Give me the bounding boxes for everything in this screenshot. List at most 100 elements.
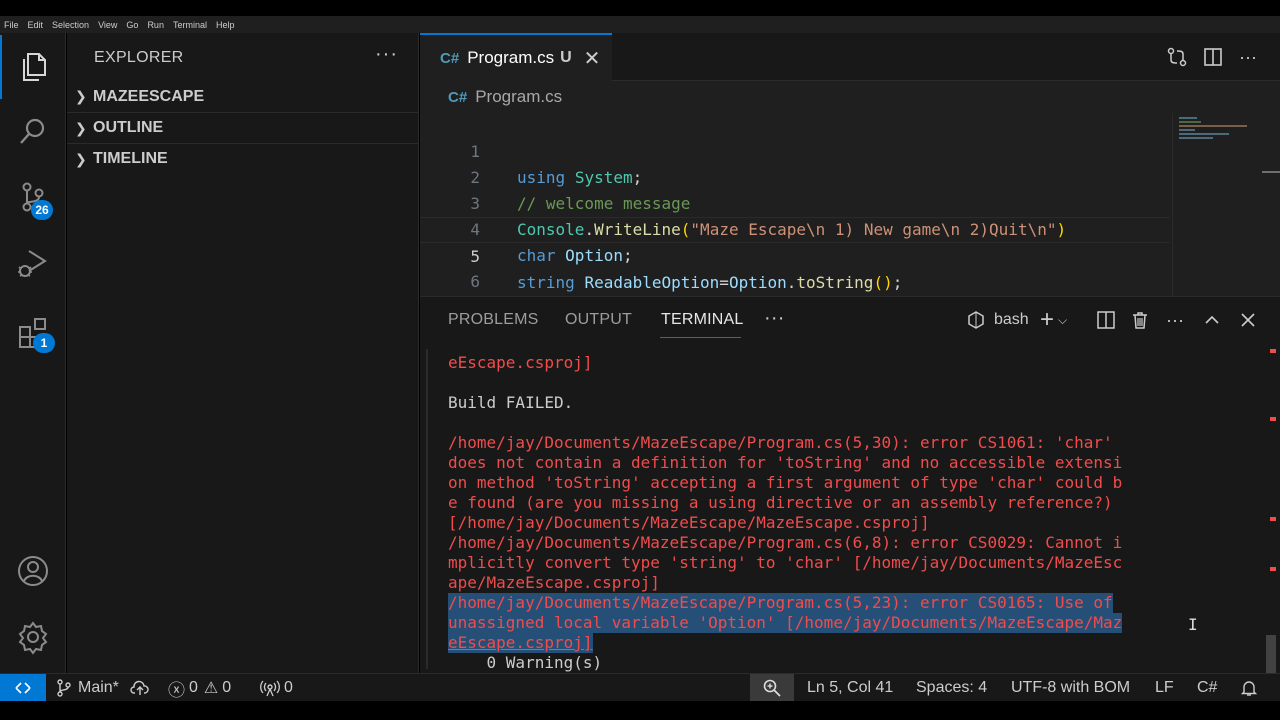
menu-run[interactable]: Run <box>147 20 164 30</box>
shell-name: bash <box>994 311 1029 328</box>
terminal-line: e found (are you missing a using directi… <box>448 493 1113 512</box>
terminal-shell-selector[interactable]: bash <box>966 309 1029 331</box>
error-icon: ⓧ <box>168 680 185 700</box>
chevron-right-icon: ❯ <box>75 150 87 167</box>
editor-more-button[interactable]: ··· <box>1236 45 1260 69</box>
terminal-line: /home/jay/Documents/MazeEscape/Program.c… <box>448 533 1123 552</box>
close-icon[interactable]: ✕ <box>584 46 601 71</box>
problems-status[interactable]: ⓧ 0 ⚠ 0 <box>168 674 231 702</box>
new-terminal-button[interactable]: + ⌵ <box>1040 306 1067 333</box>
terminal-bash-icon <box>968 311 984 329</box>
split-terminal-icon <box>1097 311 1115 329</box>
language-mode[interactable]: C# <box>1197 674 1217 702</box>
account-icon <box>18 556 48 586</box>
terminal-line-selected: eEscape.csproj] <box>448 633 593 653</box>
explorer-activity[interactable] <box>0 35 66 99</box>
code-line[interactable]: 6 Option=Console.ReadLine(); <box>420 243 1170 317</box>
split-terminal-button[interactable] <box>1096 309 1116 331</box>
status-bar: Main* ⓧ 0 ⚠ 0 0 Ln 5, Col 41 Spaces: 4 U… <box>0 673 1280 702</box>
line-number: 6 <box>470 272 480 291</box>
eol-status[interactable]: LF <box>1155 674 1174 702</box>
breadcrumb-file[interactable]: Program.cs <box>475 87 562 107</box>
accounts-activity[interactable] <box>0 539 66 603</box>
menu-bar: File Edit Selection View Go Run Terminal… <box>0 16 1280 33</box>
split-editor-button[interactable] <box>1201 45 1225 69</box>
run-debug-icon <box>18 250 47 277</box>
terminal-line-selected: /home/jay/Documents/MazeEscape/Program.c… <box>448 593 1113 613</box>
open-changes-button[interactable] <box>1165 45 1189 69</box>
more-actions-button[interactable]: ··· <box>375 43 398 66</box>
close-panel-button[interactable] <box>1239 309 1257 331</box>
source-control-activity[interactable]: 26 <box>0 165 66 229</box>
code-line[interactable]: 3 Console.WriteLine("Maze Escape\n 1) Ne… <box>420 165 1170 239</box>
code-editor[interactable]: 1 using System; 2 // welcome message 3 C… <box>420 113 1280 317</box>
code-line[interactable]: 4 char Option; <box>420 191 1170 265</box>
csharp-file-icon: C# <box>448 88 468 106</box>
extensions-activity[interactable]: 1 <box>0 301 66 365</box>
tab-program-cs[interactable]: C# Program.cs U ✕ <box>420 33 612 81</box>
code-line-current[interactable]: 5 string ReadableOption=Option.toString(… <box>420 217 1170 292</box>
csharp-file-icon: C# <box>440 49 460 67</box>
terminal-line: Build FAILED. <box>448 393 574 412</box>
terminal-line: mplicitly convert type 'string' to 'char… <box>448 553 1123 572</box>
code-line[interactable]: 1 using System; <box>420 113 1170 187</box>
ports-status[interactable]: 0 <box>260 674 293 702</box>
chevron-right-icon: ❯ <box>75 88 87 104</box>
tab-output[interactable]: OUTPUT <box>565 311 632 329</box>
remote-indicator[interactable] <box>0 674 46 702</box>
publish-branch-button[interactable] <box>130 674 150 702</box>
remote-icon <box>15 682 31 694</box>
notifications-button[interactable] <box>1240 674 1258 702</box>
section-mazeescape[interactable]: ❯ MAZEESCAPE <box>67 81 419 112</box>
section-timeline[interactable]: ❯ TIMELINE <box>67 143 419 174</box>
kill-terminal-button[interactable] <box>1130 309 1150 331</box>
indentation-status[interactable]: Spaces: 4 <box>916 674 987 702</box>
encoding-status[interactable]: UTF-8 with BOM <box>1011 674 1130 702</box>
terminal-more-button[interactable]: ··· <box>1166 309 1184 331</box>
terminal-line: /home/jay/Documents/MazeEscape/Program.c… <box>448 433 1113 452</box>
compare-changes-icon <box>1167 47 1187 67</box>
zoom-button[interactable] <box>750 674 794 702</box>
terminal-output[interactable]: eEscape.csproj] Build FAILED. /home/jay/… <box>448 349 1248 672</box>
maximize-panel-button[interactable] <box>1203 309 1221 331</box>
close-icon <box>1241 313 1255 327</box>
manage-activity[interactable] <box>0 605 66 669</box>
menu-selection[interactable]: Selection <box>52 20 89 30</box>
minimap[interactable] <box>1172 113 1258 296</box>
explorer-sidebar: EXPLORER ··· ❯ MAZEESCAPE ❯ OUTLINE ❯ TI… <box>67 33 419 673</box>
panel-more-tabs-button[interactable]: ··· <box>764 307 785 330</box>
code-line[interactable]: 2 // welcome message <box>420 139 1170 213</box>
chevron-up-icon <box>1205 315 1219 324</box>
terminal-line: does not contain a definition for 'toStr… <box>448 453 1123 472</box>
run-debug-activity[interactable] <box>0 231 66 295</box>
chevron-down-icon[interactable]: ⌵ <box>1058 313 1067 328</box>
terminal-line-selected: unassigned local variable 'Option' [/hom… <box>448 613 1123 633</box>
menu-help[interactable]: Help <box>216 20 235 30</box>
branch-status[interactable]: Main* <box>56 674 119 702</box>
tab-problems[interactable]: PROBLEMS <box>448 311 539 329</box>
activity-bar: 26 1 <box>0 33 66 673</box>
menu-go[interactable]: Go <box>126 20 138 30</box>
text-cursor-icon: I <box>1188 615 1198 634</box>
menu-file[interactable]: File <box>4 20 19 30</box>
chevron-right-icon: ❯ <box>75 119 87 136</box>
menu-view[interactable]: View <box>98 20 117 30</box>
search-activity[interactable] <box>0 99 66 163</box>
source-control-badge: 26 <box>31 200 53 220</box>
active-tab-indicator <box>660 337 741 338</box>
terminal-line: 0 Warning(s) <box>448 653 603 672</box>
files-icon <box>23 53 46 81</box>
plus-icon: + <box>1040 306 1055 333</box>
cursor-position[interactable]: Ln 5, Col 41 <box>807 674 893 702</box>
menu-edit[interactable]: Edit <box>28 20 44 30</box>
branch-name: Main* <box>78 679 119 696</box>
menu-terminal[interactable]: Terminal <box>173 20 207 30</box>
zoom-icon <box>763 679 781 697</box>
cloud-upload-icon <box>130 680 149 695</box>
breadcrumb[interactable]: C# Program.cs <box>420 81 1280 113</box>
extensions-badge: 1 <box>33 333 55 353</box>
terminal-scrollbar[interactable] <box>1266 347 1276 705</box>
section-outline[interactable]: ❯ OUTLINE <box>67 112 419 143</box>
terminal-line: eEscape.csproj] <box>448 353 593 372</box>
tab-terminal[interactable]: TERMINAL <box>661 311 744 329</box>
